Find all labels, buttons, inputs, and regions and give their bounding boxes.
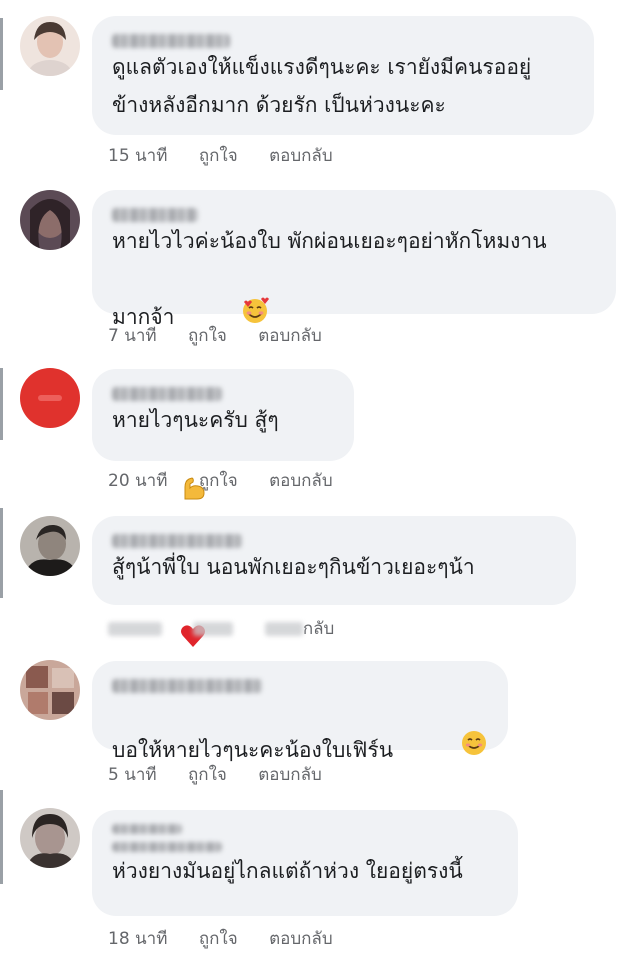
comment-bubble: ห่วงยางมันอยู่ไกลแต่ถ้าห่วง ใยอยู่ตรงนี้	[92, 810, 518, 916]
avatar[interactable]	[20, 808, 80, 868]
reply-button-blurred-part	[264, 622, 303, 636]
comment-text: ห่วงยางมันอยู่ไกลแต่ถ้าห่วง ใยอยู่ตรงนี้	[112, 859, 463, 883]
reply-button[interactable]: ตอบกลับ	[269, 928, 333, 950]
comment-bubble: ดูแลตัวเองให้แข็งแรงดีๆนะคะ เรายังมีคนรอ…	[92, 16, 594, 135]
comment-actions: 15 นาที ถูกใจ ตอบกลับ	[108, 145, 333, 167]
avatar[interactable]	[20, 660, 80, 720]
comment-time[interactable]: 18 นาที	[108, 928, 167, 950]
author-subline-blurred	[112, 842, 222, 852]
reply-button[interactable]: ตอบกลับ	[258, 325, 322, 347]
comment-text-content: หายไวๆนะครับ สู้ๆ	[112, 408, 286, 432]
thread-indicator	[0, 790, 3, 884]
reply-button-label: กลับ	[302, 619, 335, 639]
reply-button[interactable]: ตอบกลับ	[269, 470, 333, 492]
thread-indicator	[0, 368, 3, 440]
like-button[interactable]: ถูกใจ	[199, 145, 238, 167]
comment-bubble: หายไวๆนะครับ สู้ๆ	[92, 369, 354, 500]
author-name-blurred[interactable]	[112, 534, 242, 548]
avatar[interactable]	[20, 516, 80, 576]
comment-actions: 5 นาที ถูกใจ ตอบกลับ	[108, 764, 322, 786]
comments-page: ดูแลตัวเองให้แข็งแรงดีๆนะคะ เรายังมีคนรอ…	[0, 0, 640, 973]
comment-time[interactable]: 7 นาที	[108, 325, 157, 347]
reply-button[interactable]: ตอบกลับ	[269, 145, 333, 167]
author-name-blurred[interactable]	[112, 387, 222, 401]
comment-time[interactable]: 15 นาที	[108, 145, 167, 167]
comment-bubble: หายไวไวค่ะน้องใบ พักผ่อนเยอะๆอย่าหักโหมง…	[92, 190, 616, 329]
smiling-face-icon	[393, 691, 488, 807]
comment-text-content: บอให้หายไวๆนะคะน้องใบเฟิร์น	[112, 738, 394, 762]
author-name-blurred[interactable]	[112, 824, 182, 834]
smiling-face-with-hearts-icon	[174, 258, 270, 374]
avatar[interactable]	[20, 190, 80, 250]
author-name-blurred[interactable]	[112, 679, 262, 693]
like-button[interactable]: ถูกใจ	[199, 470, 238, 492]
comment-actions: กลับ	[108, 618, 334, 640]
comment-actions: 20 นาที ถูกใจ ตอบกลับ	[108, 470, 333, 492]
author-name-blurred[interactable]	[112, 208, 198, 222]
comment-actions: 18 นาที ถูกใจ ตอบกลับ	[108, 928, 333, 950]
comment-bubble: สู้ๆน้าพี่ใบ นอนพักเยอะๆกินข้าวเยอะๆน้า	[92, 516, 576, 647]
thread-indicator	[0, 508, 3, 598]
thread-indicator	[0, 18, 3, 90]
reply-button[interactable]: กลับ	[264, 618, 335, 640]
comment-text: หายไวไวค่ะน้องใบ พักผ่อนเยอะๆอย่าหักโหมง…	[112, 222, 596, 376]
comment-text-content: สู้ๆน้าพี่ใบ นอนพักเยอะๆกินข้าวเยอะๆน้า	[112, 555, 482, 579]
author-name-blurred[interactable]	[112, 34, 230, 48]
comment-actions: 7 นาที ถูกใจ ตอบกลับ	[108, 325, 322, 347]
like-button[interactable]: ถูกใจ	[188, 764, 227, 786]
reply-button[interactable]: ตอบกลับ	[258, 764, 322, 786]
like-button[interactable]: ถูกใจ	[188, 325, 227, 347]
comment-text: ดูแลตัวเองให้แข็งแรงดีๆนะคะ เรายังมีคนรอ…	[112, 55, 532, 117]
like-button-blurred[interactable]	[193, 622, 234, 636]
like-button[interactable]: ถูกใจ	[199, 928, 238, 950]
comment-time[interactable]: 20 นาที	[108, 470, 167, 492]
comment-time[interactable]: 5 นาที	[108, 764, 157, 786]
comment-time-blurred[interactable]	[108, 622, 162, 636]
avatar[interactable]	[20, 16, 80, 76]
avatar[interactable]	[20, 368, 80, 428]
comment-bubble: บอให้หายไวๆนะคะน้องใบเฟิร์น	[92, 661, 508, 871]
